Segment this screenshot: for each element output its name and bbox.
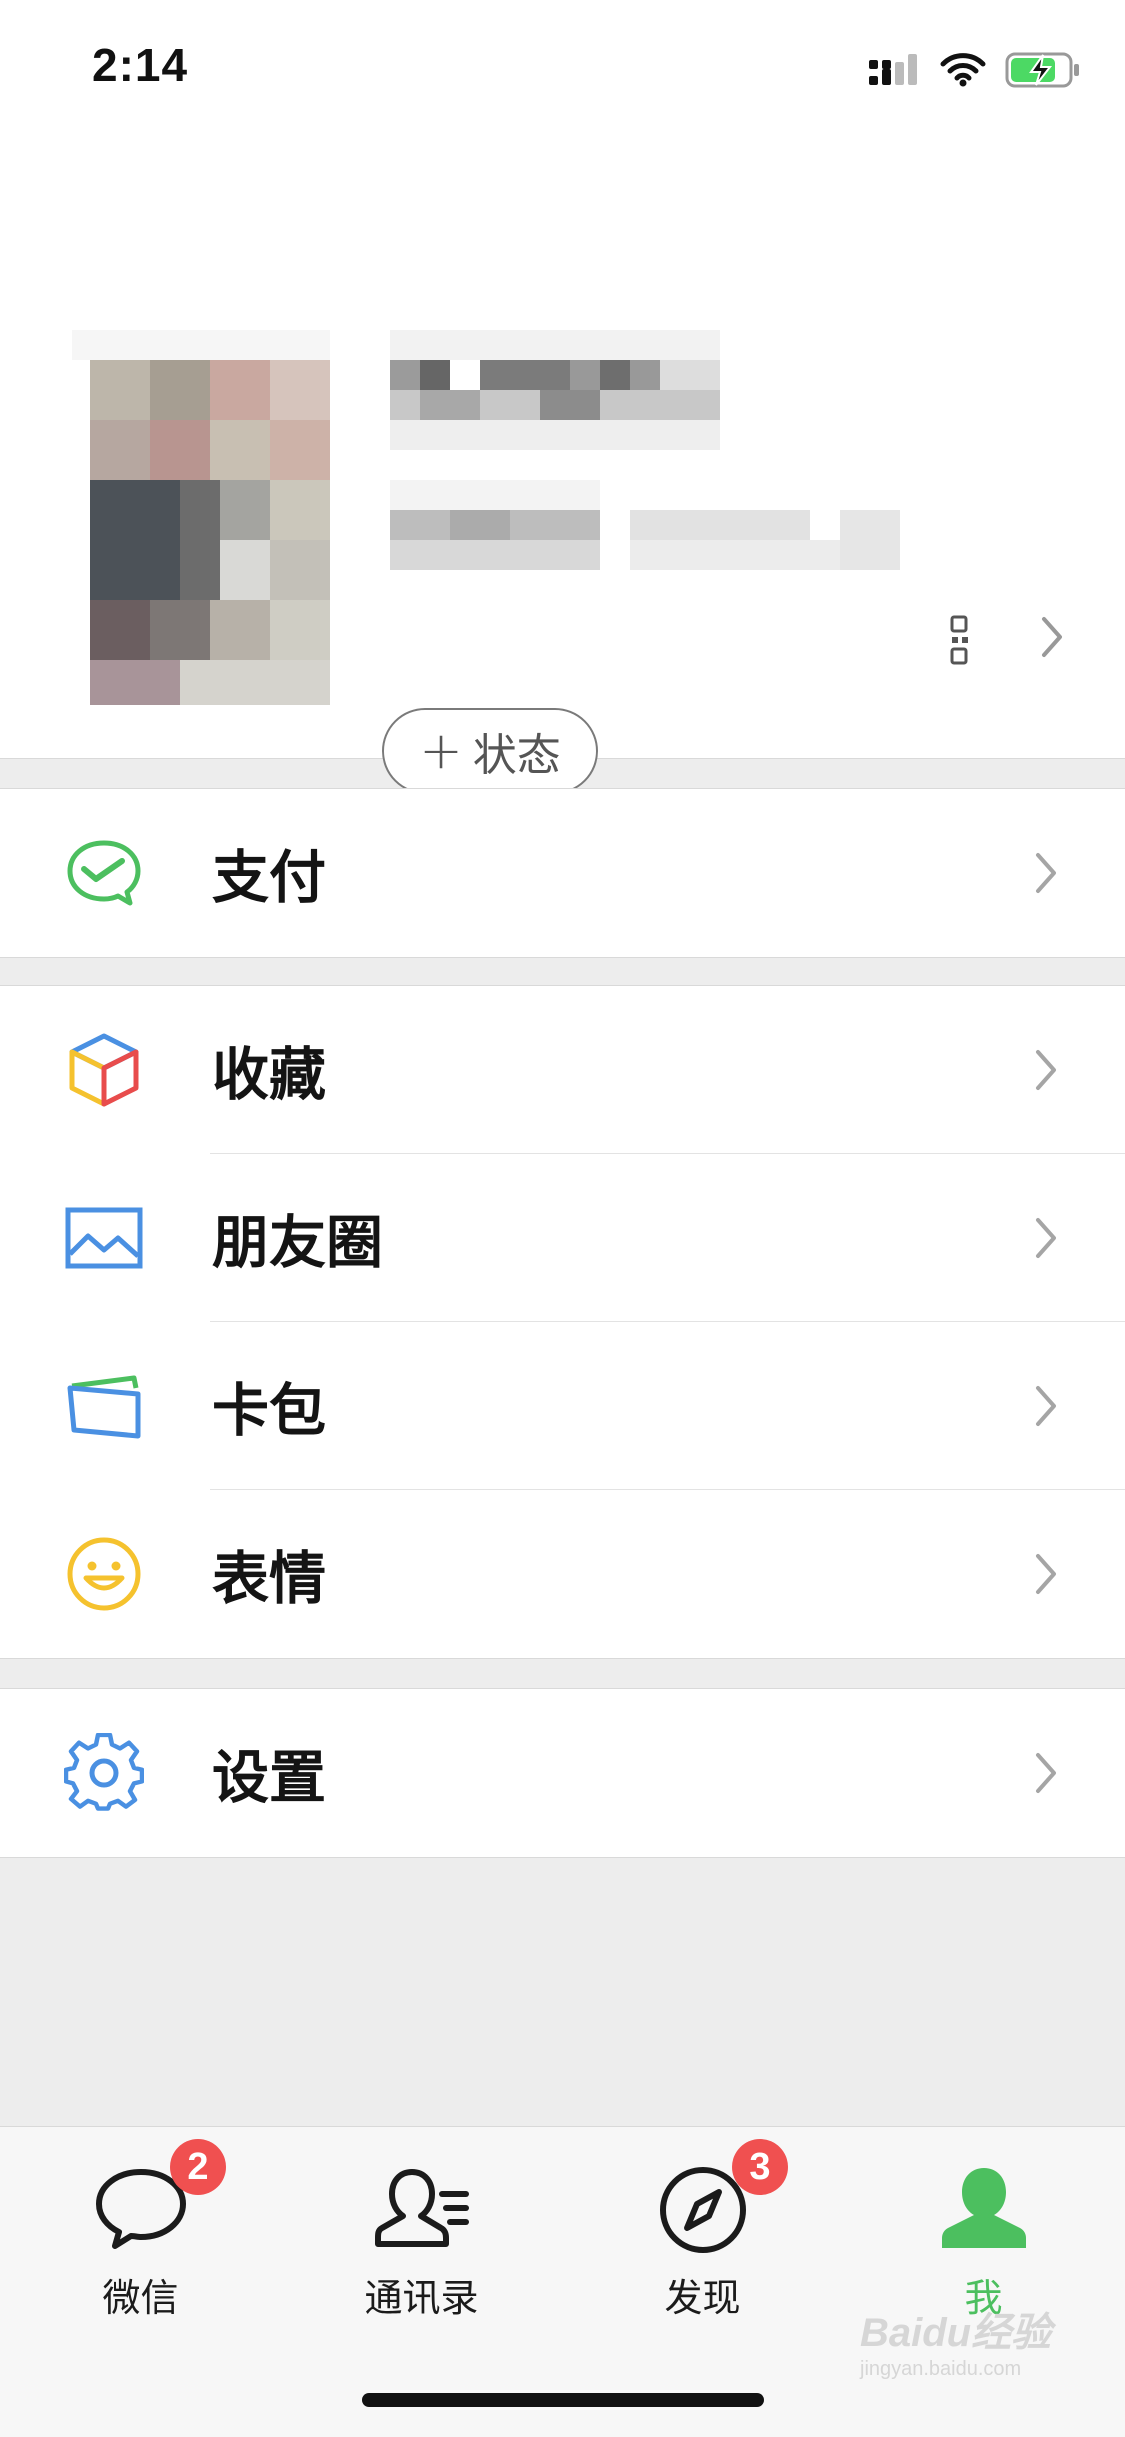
tab-contacts[interactable]: 通讯录: [281, 2127, 562, 2327]
menu-item-label: 支付: [212, 845, 326, 911]
tab-label: 微信: [102, 2276, 179, 2320]
unread-badge: 2: [170, 2139, 226, 2195]
menu-item-label: 设置: [212, 1745, 326, 1811]
chevron-right-icon: [1036, 1218, 1056, 1258]
watermark-brand: Baidu经验: [860, 2311, 1052, 2355]
avatar[interactable]: [72, 330, 330, 705]
pay-icon: [67, 840, 141, 906]
signal-icon: [869, 54, 917, 85]
chevron-right-icon: [1042, 617, 1062, 657]
wifi-icon: [940, 53, 986, 87]
menu-item-settings[interactable]: 设置: [0, 1689, 1125, 1857]
moments-picture-icon: [65, 1207, 143, 1269]
wechat-id-blurred: [390, 480, 900, 570]
chevron-right-icon: [1036, 1386, 1056, 1426]
plus-icon: +: [419, 721, 463, 781]
chevron-right-icon: [1036, 1554, 1056, 1594]
menu-item-moments[interactable]: 朋友圈: [0, 1154, 1125, 1322]
chevron-right-icon: [1036, 1753, 1056, 1793]
tab-label: 发现: [664, 2276, 741, 2320]
menu-item-stickers[interactable]: 表情: [0, 1490, 1125, 1658]
battery-charging-icon: [1005, 52, 1079, 88]
card-wallet-icon: [67, 1375, 141, 1439]
status-bar: 2:14: [0, 0, 1125, 135]
status-time: 2:14: [92, 39, 189, 91]
chevron-right-icon: [1036, 1050, 1056, 1090]
menu-item-pay[interactable]: 支付: [0, 789, 1125, 957]
menu-group-pay: 支付: [0, 788, 1125, 958]
add-status-label: 状态: [472, 730, 561, 781]
menu-group-settings: 设置: [0, 1688, 1125, 1858]
chevron-right-icon: [1036, 853, 1056, 893]
menu-item-label: 卡包: [212, 1378, 326, 1444]
person-icon: [941, 2168, 1026, 2248]
menu-item-label: 朋友圈: [212, 1210, 383, 1276]
contacts-icon: [374, 2169, 469, 2247]
favorites-cube-icon: [69, 1033, 139, 1107]
home-indicator[interactable]: [362, 2393, 764, 2407]
tab-bar: 微信 2 通讯录 发现 3 我: [0, 2126, 1125, 2437]
status-icons: [869, 48, 1081, 92]
qr-code-icon[interactable]: [948, 613, 976, 669]
add-status-button[interactable]: + 状态: [382, 708, 598, 794]
menu-item-label: 表情: [212, 1546, 326, 1612]
tab-chats[interactable]: 微信 2: [0, 2127, 281, 2327]
menu-group-main: 收藏 朋友圈 卡包 表情: [0, 985, 1125, 1659]
unread-badge: 3: [732, 2139, 788, 2195]
menu-item-cards[interactable]: 卡包: [0, 1322, 1125, 1490]
tab-label: 通讯录: [364, 2276, 479, 2320]
watermark-url: jingyan.baidu.com: [860, 2358, 1022, 2380]
menu-item-favorites[interactable]: 收藏: [0, 986, 1125, 1154]
smiley-icon: [67, 1537, 141, 1611]
gear-icon: [64, 1733, 144, 1811]
tab-discover[interactable]: 发现 3: [562, 2127, 843, 2327]
tab-me[interactable]: 我: [843, 2127, 1124, 2327]
baidu-watermark: Baidu经验 jingyan.baidu.com: [860, 2300, 1051, 2381]
menu-item-label: 收藏: [212, 1042, 326, 1108]
profile-header[interactable]: + 状态: [0, 135, 1125, 794]
